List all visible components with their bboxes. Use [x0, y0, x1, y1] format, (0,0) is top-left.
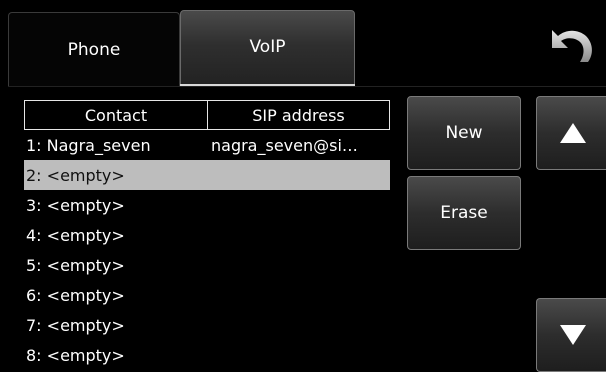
contact-name: 2: <empty> [26, 165, 125, 185]
scroll-down-button[interactable] [536, 298, 606, 372]
erase-contact-button[interactable]: Erase [407, 176, 521, 250]
new-button-label: New [445, 123, 483, 143]
header-contact: Contact [25, 101, 208, 129]
erase-button-label: Erase [440, 203, 488, 223]
header-sip-address: SIP address [252, 105, 345, 125]
sip-address: nagra_seven@si… [211, 135, 358, 155]
contact-name: 8: <empty> [26, 345, 125, 365]
tab-phone-label: Phone [67, 39, 121, 60]
voip-contacts-screen: Phone VoIP Contact SIP address 1: Nagra_… [0, 0, 606, 372]
tab-voip[interactable]: VoIP [180, 10, 355, 86]
tab-voip-label: VoIP [249, 37, 286, 57]
contact-name: 5: <empty> [26, 255, 125, 275]
contact-name: 7: <empty> [26, 315, 125, 335]
new-contact-button[interactable]: New [407, 96, 521, 170]
table-row[interactable]: 8: <empty> [24, 340, 390, 370]
table-row[interactable]: 1: Nagra_seven nagra_seven@si… [24, 130, 390, 160]
undo-arrow-icon [552, 30, 592, 62]
table-row[interactable]: 7: <empty> [24, 310, 390, 340]
table-row[interactable]: 5: <empty> [24, 250, 390, 280]
contact-name: 6: <empty> [26, 285, 125, 305]
back-button[interactable] [548, 26, 596, 66]
triangle-up-icon [559, 123, 586, 143]
scroll-up-button[interactable] [536, 96, 606, 170]
table-row[interactable]: 3: <empty> [24, 190, 390, 220]
tab-divider [8, 86, 606, 87]
contact-table: Contact SIP address 1: Nagra_seven nagra… [24, 100, 390, 370]
contact-name: 3: <empty> [26, 195, 125, 215]
contact-name: 1: Nagra_seven [26, 135, 151, 155]
table-row[interactable]: 6: <empty> [24, 280, 390, 310]
table-header: Contact SIP address [24, 100, 390, 130]
tab-phone[interactable]: Phone [8, 12, 180, 86]
table-row-selected[interactable]: 2: <empty> [24, 160, 390, 190]
contact-name: 4: <empty> [26, 225, 125, 245]
triangle-down-icon [559, 325, 586, 345]
table-row[interactable]: 4: <empty> [24, 220, 390, 250]
